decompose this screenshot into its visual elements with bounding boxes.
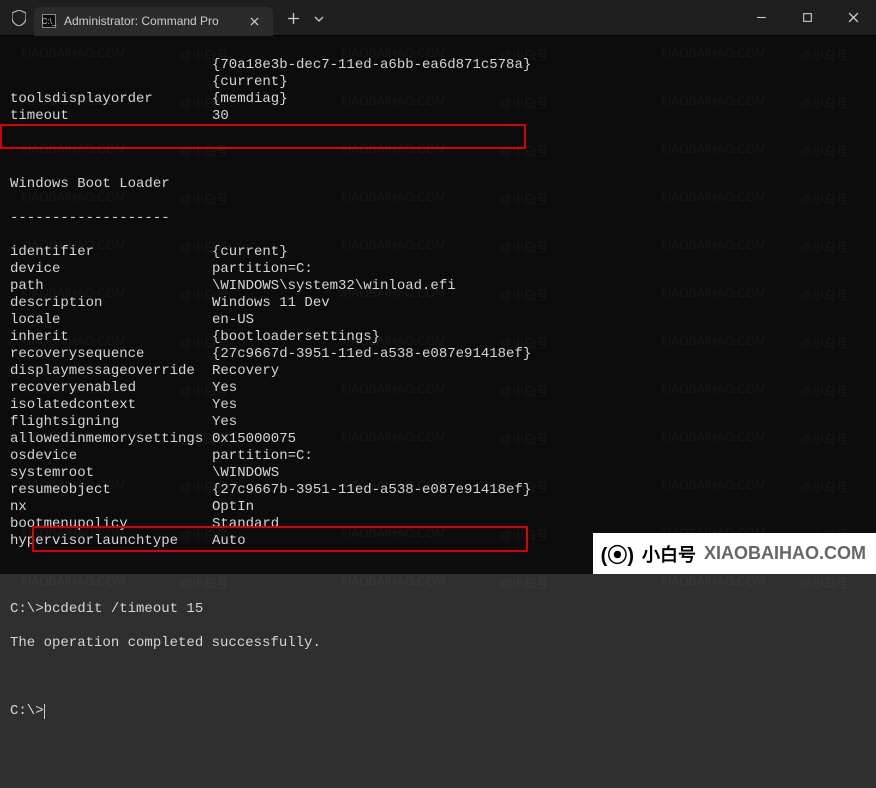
output-key: description	[10, 295, 212, 312]
output-key: systemroot	[10, 465, 212, 482]
output-row: localeen-US	[10, 312, 866, 329]
badge-site: XIAOBAIHAO.COM	[704, 543, 866, 564]
output-row: descriptionWindows 11 Dev	[10, 295, 866, 312]
cmd-icon: C:\_	[42, 14, 56, 28]
tab-active[interactable]: C:\_ Administrator: Command Pro	[34, 7, 273, 36]
output-key: locale	[10, 312, 212, 329]
output-row: {70a18e3b-dec7-11ed-a6bb-ea6d871c578a}	[10, 57, 866, 74]
terminal-output[interactable]: {70a18e3b-dec7-11ed-a6bb-ea6d871c578a}{c…	[0, 36, 876, 574]
output-key: inherit	[10, 329, 212, 346]
output-key: allowedinmemorysettings	[10, 431, 212, 448]
output-key: resumeobject	[10, 482, 212, 499]
maximize-button[interactable]	[784, 2, 830, 34]
titlebar: C:\_ Administrator: Command Pro	[0, 0, 876, 36]
output-row: osdevicepartition=C:	[10, 448, 866, 465]
output-value: Yes	[212, 397, 866, 414]
wifi-icon: (⦿)	[601, 539, 634, 568]
output-value: partition=C:	[212, 448, 866, 465]
output-key	[10, 57, 212, 74]
output-key: path	[10, 278, 212, 295]
output-key: identifier	[10, 244, 212, 261]
output-row: nxOptIn	[10, 499, 866, 516]
output-key	[10, 74, 212, 91]
output-value: {current}	[212, 244, 866, 261]
output-value: {bootloadersettings}	[212, 329, 866, 346]
output-key: device	[10, 261, 212, 278]
tab-dropdown-button[interactable]	[307, 6, 331, 32]
output-value: Recovery	[212, 363, 866, 380]
output-row: {current}	[10, 74, 866, 91]
close-tab-button[interactable]	[247, 13, 263, 29]
section-rule: -------------------	[10, 210, 866, 227]
output-value: partition=C:	[212, 261, 866, 278]
output-value: Standard	[212, 516, 866, 533]
output-row: timeout30	[10, 108, 866, 125]
output-value: Yes	[212, 380, 866, 397]
prompt: C:\>	[10, 703, 44, 719]
output-value: \WINDOWS\system32\winload.efi	[212, 278, 866, 295]
tab-title: Administrator: Command Pro	[64, 14, 219, 28]
output-value: \WINDOWS	[212, 465, 866, 482]
output-row: isolatedcontextYes	[10, 397, 866, 414]
output-row: flightsigningYes	[10, 414, 866, 431]
section-title: Windows Boot Loader	[10, 176, 866, 193]
output-key: nx	[10, 499, 212, 516]
window-controls	[738, 2, 876, 34]
output-row: identifier{current}	[10, 244, 866, 261]
output-value: {70a18e3b-dec7-11ed-a6bb-ea6d871c578a}	[212, 57, 866, 74]
output-key: toolsdisplayorder	[10, 91, 212, 108]
badge-cn: 小白号	[642, 541, 696, 567]
output-row: devicepartition=C:	[10, 261, 866, 278]
shield-icon	[10, 9, 28, 27]
output-key: recoverysequence	[10, 346, 212, 363]
output-value: {current}	[212, 74, 866, 91]
output-key: displaymessageoverride	[10, 363, 212, 380]
output-value: 30	[212, 108, 866, 125]
output-key: recoveryenabled	[10, 380, 212, 397]
output-row: resumeobject{27c9667b-3951-11ed-a538-e08…	[10, 482, 866, 499]
site-badge: (⦿) 小白号 XIAOBAIHAO.COM	[593, 533, 876, 574]
command-result: The operation completed successfully.	[10, 635, 866, 652]
output-key: osdevice	[10, 448, 212, 465]
output-row: recoveryenabledYes	[10, 380, 866, 397]
output-key: flightsigning	[10, 414, 212, 431]
minimize-button[interactable]	[738, 2, 784, 34]
output-row: displaymessageoverrideRecovery	[10, 363, 866, 380]
output-value: OptIn	[212, 499, 866, 516]
new-tab-button[interactable]	[281, 6, 307, 32]
command-input: bcdedit /timeout 15	[44, 601, 204, 617]
output-row: allowedinmemorysettings0x15000075	[10, 431, 866, 448]
output-value: en-US	[212, 312, 866, 329]
output-value: Windows 11 Dev	[212, 295, 866, 312]
output-row: recoverysequence{27c9667d-3951-11ed-a538…	[10, 346, 866, 363]
output-row: toolsdisplayorder{memdiag}	[10, 91, 866, 108]
cursor	[44, 704, 45, 719]
output-value: {memdiag}	[212, 91, 866, 108]
close-window-button[interactable]	[830, 2, 876, 34]
output-value: {27c9667b-3951-11ed-a538-e087e91418ef}	[212, 482, 866, 499]
output-key: hypervisorlaunchtype	[10, 533, 212, 550]
output-row: inherit{bootloadersettings}	[10, 329, 866, 346]
output-value: 0x15000075	[212, 431, 866, 448]
output-row: systemroot\WINDOWS	[10, 465, 866, 482]
output-row: path\WINDOWS\system32\winload.efi	[10, 278, 866, 295]
output-key: timeout	[10, 108, 212, 125]
output-key: isolatedcontext	[10, 397, 212, 414]
prompt: C:\>	[10, 601, 44, 617]
output-value: Yes	[212, 414, 866, 431]
output-key: bootmenupolicy	[10, 516, 212, 533]
output-row: bootmenupolicyStandard	[10, 516, 866, 533]
output-value: {27c9667d-3951-11ed-a538-e087e91418ef}	[212, 346, 866, 363]
